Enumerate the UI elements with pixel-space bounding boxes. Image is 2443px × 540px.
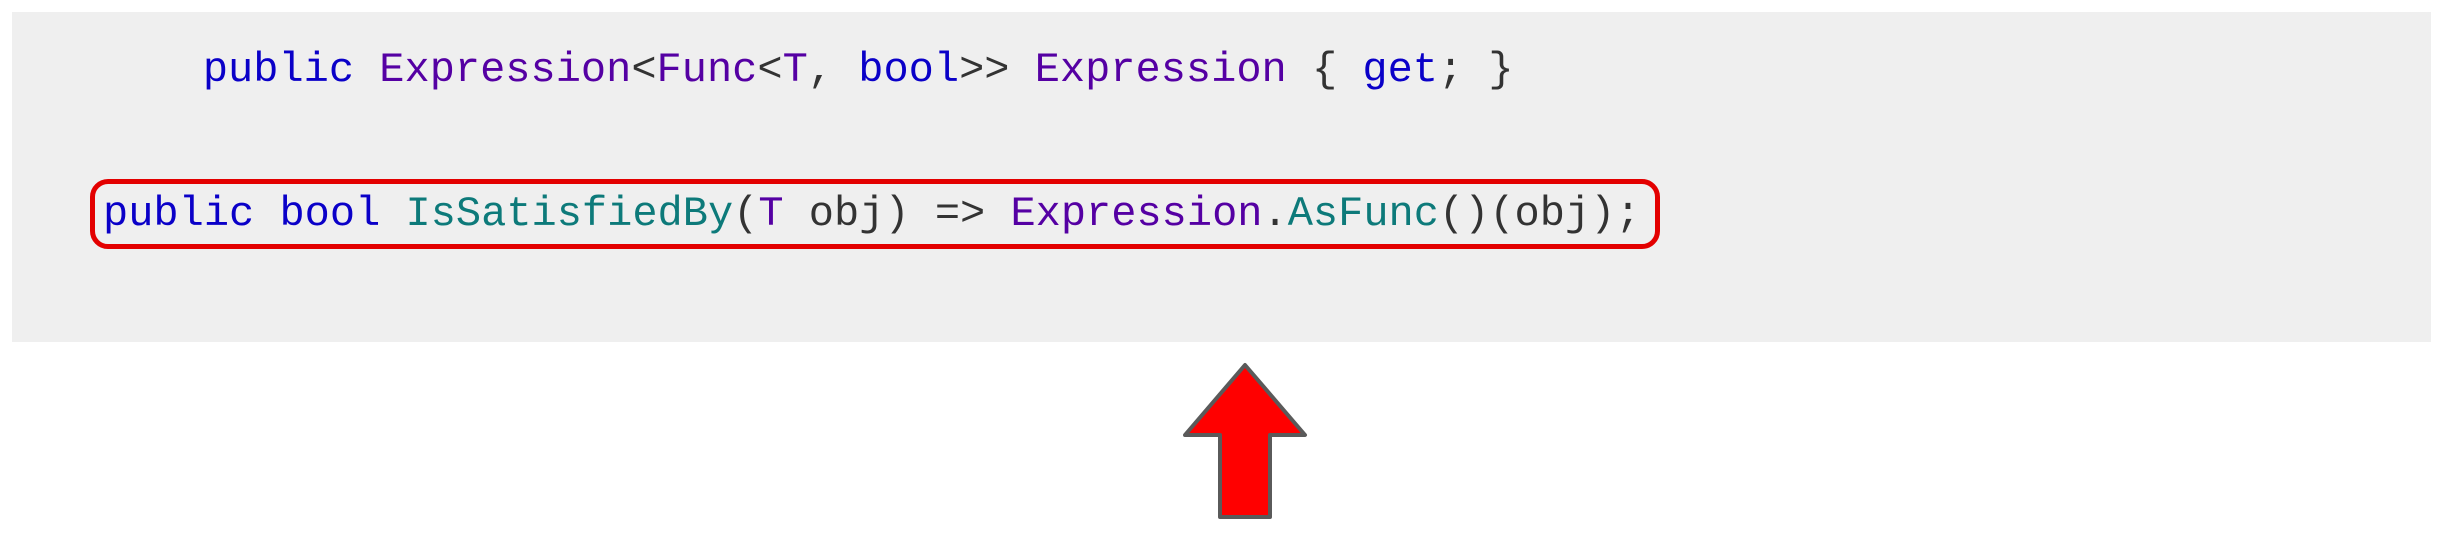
angle-open: < <box>757 46 782 94</box>
brace-open: { <box>1287 46 1363 94</box>
type-func: Func <box>657 46 758 94</box>
space <box>354 46 379 94</box>
blank-line <box>102 99 2341 139</box>
property-expression: Expression <box>1035 46 1287 94</box>
keyword-public: public <box>203 46 354 94</box>
angle-close: >> <box>959 46 1035 94</box>
brace-close: ; } <box>1438 46 1514 94</box>
type-t: T <box>783 46 808 94</box>
highlighted-line-container: public bool IsSatisfiedBy(T obj) => Expr… <box>102 139 2341 250</box>
code-line-1: public Expression<Func<T, bool>> Express… <box>102 42 2341 99</box>
code-line-2: public bool IsSatisfiedBy(T obj) => Expr… <box>103 190 1641 238</box>
paren-open: ( <box>733 190 758 238</box>
type-expression: Expression <box>379 46 631 94</box>
comma: , <box>808 46 858 94</box>
angle-open: < <box>631 46 656 94</box>
method-asfunc: AsFunc <box>1288 190 1439 238</box>
keyword-bool: bool <box>279 190 380 238</box>
arrow-up-icon <box>1170 357 1320 527</box>
dot: . <box>1262 190 1287 238</box>
call-end: ()(obj); <box>1439 190 1641 238</box>
highlight-box: public bool IsSatisfiedBy(T obj) => Expr… <box>90 179 1660 250</box>
space <box>254 190 279 238</box>
keyword-get: get <box>1362 46 1438 94</box>
keyword-public: public <box>103 190 254 238</box>
code-block: public Expression<Func<T, bool>> Express… <box>12 12 2431 342</box>
type-t: T <box>758 190 783 238</box>
param-and-arrow: obj) => <box>784 190 1011 238</box>
method-issatisfiedby: IsSatisfiedBy <box>406 190 734 238</box>
arrow-annotation <box>1170 357 1320 540</box>
expression-ref: Expression <box>1010 190 1262 238</box>
keyword-bool: bool <box>858 46 959 94</box>
space <box>380 190 405 238</box>
